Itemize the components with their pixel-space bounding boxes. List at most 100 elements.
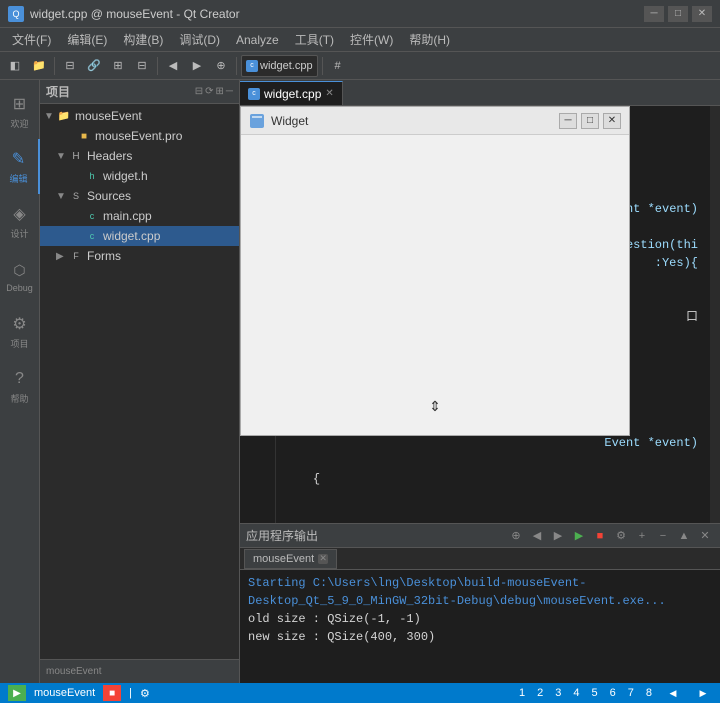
project-header-icons: ⊟ ⟳ ⊞ ─ — [195, 86, 233, 97]
toolbar-filter[interactable]: ⊟ — [59, 55, 81, 77]
project-panel-title: 项目 — [46, 83, 70, 100]
menu-debug[interactable]: 调试(D) — [171, 29, 228, 50]
toolbar-new[interactable]: ◧ — [4, 55, 26, 77]
tab-cpp-icon: c — [248, 88, 260, 100]
status-scroll-right[interactable]: ▶ — [694, 684, 712, 702]
toolbar-plus[interactable]: ⊞ — [107, 55, 129, 77]
output-tab-mousevent[interactable]: mouseEvent ✕ — [244, 549, 337, 569]
output-plus-btn[interactable]: + — [633, 527, 651, 545]
line-num-6: 6 — [610, 687, 616, 699]
sidebar-item-debug[interactable]: ⬡ Debug — [0, 249, 40, 304]
line-num-1: 1 — [519, 687, 525, 699]
sidebar-item-help[interactable]: ? 帮助 — [0, 359, 40, 414]
project-sync-icon[interactable]: ⟳ — [205, 86, 213, 97]
tree-widget-h[interactable]: h widget.h — [40, 166, 239, 186]
tree-root[interactable]: ▼ 📁 mouseEvent — [40, 106, 239, 126]
menu-file[interactable]: 文件(F) — [4, 29, 59, 50]
widget-window: Widget ─ □ ✕ ⇕ — [240, 106, 630, 436]
widget-minimize[interactable]: ─ — [559, 113, 577, 129]
edit-icon: ✎ — [9, 149, 29, 169]
project-add-icon[interactable]: ⊞ — [216, 86, 224, 97]
menu-help[interactable]: 帮助(H) — [401, 29, 458, 50]
close-button[interactable]: ✕ — [692, 6, 712, 22]
tab-close-icon[interactable]: ✕ — [325, 88, 333, 99]
project-filter-icon[interactable]: ⊟ — [195, 86, 203, 97]
forms-arrow: ▶ — [56, 251, 68, 262]
tree-main-cpp[interactable]: c main.cpp — [40, 206, 239, 226]
tree-forms-folder[interactable]: ▶ F Forms — [40, 246, 239, 266]
menu-widgets[interactable]: 控件(W) — [342, 29, 401, 50]
output-tab-bar: mouseEvent ✕ — [240, 548, 720, 570]
content-area: c widget.cpp ✕ 12 13 — [240, 80, 720, 683]
tree-headers-folder[interactable]: ▼ H Headers — [40, 146, 239, 166]
tree-sources-folder[interactable]: ▼ S Sources — [40, 186, 239, 206]
projects-icon: ⚙ — [10, 314, 30, 334]
toolbar-link[interactable]: 🔗 — [83, 55, 105, 77]
tree-pro-file[interactable]: ■ mouseEvent.pro — [40, 126, 239, 146]
menu-analyze[interactable]: Analyze — [228, 31, 287, 49]
headers-label: Headers — [87, 149, 132, 163]
output-prev-btn[interactable]: ◀ — [528, 527, 546, 545]
code-line-blank13 — [284, 452, 702, 470]
tree-widget-cpp[interactable]: c widget.cpp — [40, 226, 239, 246]
app-icon: Q — [8, 6, 24, 22]
maximize-button[interactable]: □ — [668, 6, 688, 22]
project-minus-icon[interactable]: ─ — [226, 86, 233, 97]
code-line-33: { — [284, 470, 702, 488]
current-file-indicator: c widget.cpp — [241, 55, 318, 77]
widget-maximize[interactable]: □ — [581, 113, 599, 129]
menu-edit[interactable]: 编辑(E) — [59, 29, 115, 50]
output-build-btn[interactable]: ⚙ — [612, 527, 630, 545]
project-tree: ▼ 📁 mouseEvent ■ mouseEvent.pro ▼ H Head… — [40, 104, 239, 659]
status-stop-button[interactable]: ■ — [103, 685, 121, 701]
toolbar-hash[interactable]: # — [327, 55, 349, 77]
sidebar-item-design[interactable]: ◈ 设计 — [0, 194, 40, 249]
output-close-btn[interactable]: ✕ — [696, 527, 714, 545]
output-tab-close-icon[interactable]: ✕ — [318, 554, 328, 564]
pro-file-label: mouseEvent.pro — [95, 129, 182, 143]
project-panel: 项目 ⊟ ⟳ ⊞ ─ ▼ 📁 mouseEvent ■ mouseEvent.p… — [40, 80, 240, 683]
output-line-2: old size : QSize(-1, -1) — [248, 610, 712, 628]
window-controls: ─ □ ✕ — [644, 6, 712, 22]
sidebar-item-welcome[interactable]: ⊞ 欢迎 — [0, 84, 40, 139]
minimize-button[interactable]: ─ — [644, 6, 664, 22]
output-btn-1[interactable]: ⊕ — [507, 527, 525, 545]
window-title: widget.cpp @ mouseEvent - Qt Creator — [30, 7, 240, 21]
output-next-btn[interactable]: ▶ — [549, 527, 567, 545]
output-line-3: new size : QSize(400, 300) — [248, 628, 712, 646]
widgeth-icon: h — [84, 168, 100, 184]
toolbar-open[interactable]: 📁 — [28, 55, 50, 77]
editor-tab-widget-cpp[interactable]: c widget.cpp ✕ — [240, 81, 343, 105]
sources-arrow: ▼ — [56, 191, 68, 202]
bottom-project-name: mouseEvent — [46, 666, 102, 677]
toolbar-separator-4 — [322, 57, 323, 75]
editor-scrollbar[interactable] — [710, 106, 720, 523]
resize-cursor: ⇕ — [429, 398, 441, 415]
line-num-7: 7 — [628, 687, 634, 699]
projects-label: 项目 — [10, 337, 28, 350]
toolbar-minus[interactable]: ⊟ — [131, 55, 153, 77]
output-run-btn[interactable]: ▶ — [570, 527, 588, 545]
widget-close[interactable]: ✕ — [603, 113, 621, 129]
toolbar-bookmark[interactable]: ⊕ — [210, 55, 232, 77]
title-bar: Q widget.cpp @ mouseEvent - Qt Creator ─… — [0, 0, 720, 28]
editor-area: 12 13 33 — [240, 106, 720, 523]
output-minus-btn[interactable]: − — [654, 527, 672, 545]
help-icon: ? — [10, 369, 30, 389]
sidebar-item-edit[interactable]: ✎ 编辑 — [0, 139, 40, 194]
status-run-button[interactable]: ▶ — [8, 685, 26, 701]
current-file-name: widget.cpp — [260, 60, 313, 72]
toolbar-forward[interactable]: ▶ — [186, 55, 208, 77]
output-stop-btn[interactable]: ■ — [591, 527, 609, 545]
toolbar-back[interactable]: ◀ — [162, 55, 184, 77]
tab-label: widget.cpp — [264, 87, 321, 101]
sidebar-item-projects[interactable]: ⚙ 项目 — [0, 304, 40, 359]
line-num-8: 8 — [646, 687, 652, 699]
status-scroll-left[interactable]: ◀ — [664, 684, 682, 702]
menu-build[interactable]: 构建(B) — [115, 29, 171, 50]
debug-icon: ⬡ — [10, 260, 30, 280]
output-content: Starting C:\Users\lng\Desktop\build-mous… — [240, 570, 720, 683]
output-up-btn[interactable]: ▲ — [675, 527, 693, 545]
widgetcpp-label: widget.cpp — [103, 229, 160, 243]
menu-tools[interactable]: 工具(T) — [287, 29, 342, 50]
